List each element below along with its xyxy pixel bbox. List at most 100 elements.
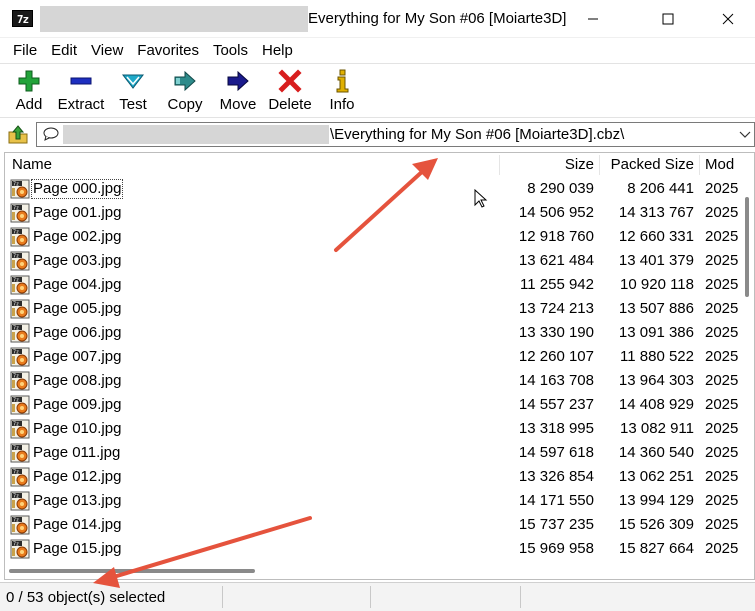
table-row[interactable]: 7z Page 012.jpg 13 326 854 13 062 251 2025: [5, 465, 740, 489]
file-modified: 2025: [705, 276, 739, 293]
table-row[interactable]: 7z Page 011.jpg 14 597 618 14 360 540 2025: [5, 441, 740, 465]
table-row[interactable]: 7z Page 008.jpg 14 163 708 13 964 303 2025: [5, 369, 740, 393]
file-size: 13 318 995: [518, 420, 594, 437]
minimize-icon: [588, 18, 598, 20]
file-size: 15 737 235: [518, 516, 594, 533]
svg-text:7z: 7z: [13, 374, 19, 380]
file-packed-size: 13 507 886: [618, 300, 694, 317]
vertical-scrollbar[interactable]: [739, 177, 754, 557]
jpg-file-icon: 7z: [10, 371, 30, 391]
column-header-name[interactable]: Name: [12, 153, 52, 177]
menu-view[interactable]: View: [84, 39, 130, 63]
file-size: 13 326 854: [518, 468, 594, 485]
menu-favorites[interactable]: Favorites: [130, 39, 206, 63]
menu-tools[interactable]: Tools: [206, 39, 255, 63]
jpg-file-icon: 7z: [10, 323, 30, 343]
table-row[interactable]: 7z Page 010.jpg 13 318 995 13 082 911 2025: [5, 417, 740, 441]
table-row[interactable]: 7z Page 013.jpg 14 171 550 13 994 129 2025: [5, 489, 740, 513]
column-header-modified[interactable]: Mod: [705, 153, 734, 177]
file-name: Page 005.jpg: [33, 300, 122, 317]
file-name: Page 004.jpg: [33, 276, 122, 293]
file-name: Page 009.jpg: [33, 396, 122, 413]
minimize-button[interactable]: [570, 0, 616, 38]
table-row[interactable]: 7z Page 006.jpg 13 330 190 13 091 386 2025: [5, 321, 740, 345]
move-icon: [227, 70, 249, 92]
info-button[interactable]: Info: [320, 64, 364, 118]
column-header-size[interactable]: Size: [565, 153, 594, 177]
svg-text:7z: 7z: [13, 350, 19, 356]
file-size: 8 290 039: [527, 180, 594, 197]
file-packed-size: 15 827 664: [618, 540, 694, 557]
table-row[interactable]: 7z Page 003.jpg 13 621 484 13 401 379 2025: [5, 249, 740, 273]
table-row[interactable]: 7z Page 001.jpg 14 506 952 14 313 767 2025: [5, 201, 740, 225]
file-name: Page 000.jpg: [30, 179, 124, 199]
window-title: Everything for My Son #06 [Moiarte3D]: [308, 10, 567, 27]
file-modified: 2025: [705, 228, 739, 245]
move-button[interactable]: Move: [216, 64, 260, 118]
file-size: 14 171 550: [518, 492, 594, 509]
file-packed-size: 12 660 331: [618, 228, 694, 245]
file-rows: 7z Page 000.jpg 8 290 039 8 206 441 2025 7z…: [5, 177, 740, 561]
table-row[interactable]: 7z Page 002.jpg 12 918 760 12 660 331 2025: [5, 225, 740, 249]
close-button[interactable]: [705, 0, 751, 38]
table-row[interactable]: 7z Page 014.jpg 15 737 235 15 526 309 2025: [5, 513, 740, 537]
file-size: 12 260 107: [518, 348, 594, 365]
svg-text:7z: 7z: [13, 398, 19, 404]
extract-button[interactable]: Extract: [50, 64, 112, 118]
table-row[interactable]: 7z Page 000.jpg 8 290 039 8 206 441 2025: [5, 177, 740, 201]
file-name: Page 002.jpg: [33, 228, 122, 245]
file-size: 14 557 237: [518, 396, 594, 413]
file-name: Page 001.jpg: [33, 204, 122, 221]
up-folder-button[interactable]: [6, 122, 30, 146]
delete-button[interactable]: Delete: [260, 64, 320, 118]
test-button[interactable]: Test: [112, 64, 154, 118]
table-row[interactable]: 7z Page 007.jpg 12 260 107 11 880 522 2025: [5, 345, 740, 369]
up-folder-icon: [8, 125, 28, 144]
copy-button[interactable]: Copy: [154, 64, 216, 118]
file-packed-size: 10 920 118: [620, 276, 694, 293]
menu-file[interactable]: File: [6, 39, 44, 63]
svg-text:7z: 7z: [13, 254, 19, 260]
file-packed-size: 13 082 911: [620, 420, 694, 437]
menu-bar: File Edit View Favorites Tools Help: [0, 38, 755, 64]
svg-text:7z: 7z: [13, 302, 19, 308]
file-list[interactable]: Name Size Packed Size Mod 7z Page 000.jp…: [4, 152, 755, 580]
menu-help[interactable]: Help: [255, 39, 300, 63]
table-row[interactable]: 7z Page 015.jpg 15 969 958 15 827 664 2025: [5, 537, 740, 561]
horizontal-scrollbar[interactable]: [5, 561, 754, 579]
vertical-scroll-thumb[interactable]: [745, 197, 749, 297]
file-packed-size: 11 880 522: [620, 348, 694, 365]
file-name: Page 014.jpg: [33, 516, 122, 533]
file-name: Page 008.jpg: [33, 372, 122, 389]
info-icon: [336, 69, 349, 93]
title-bar[interactable]: 7z Everything for My Son #06 [Moiarte3D]: [0, 0, 755, 38]
svg-text:7z: 7z: [13, 182, 19, 188]
svg-text:7z: 7z: [13, 446, 19, 452]
file-packed-size: 14 408 929: [618, 396, 694, 413]
extract-label: Extract: [57, 96, 105, 113]
app-icon: 7z: [12, 10, 33, 27]
file-packed-size: 13 062 251: [618, 468, 694, 485]
jpg-file-icon: 7z: [10, 443, 30, 463]
speech-bubble-icon: [43, 127, 59, 141]
horizontal-scroll-thumb[interactable]: [9, 569, 255, 573]
address-field[interactable]: \Everything for My Son #06 [Moiarte3D].c…: [36, 122, 755, 147]
file-packed-size: 15 526 309: [618, 516, 694, 533]
table-row[interactable]: 7z Page 004.jpg 11 255 942 10 920 118 2025: [5, 273, 740, 297]
maximize-button[interactable]: [645, 0, 691, 38]
chevron-down-icon[interactable]: [738, 126, 752, 142]
jpg-file-icon: 7z: [10, 491, 30, 511]
table-row[interactable]: 7z Page 009.jpg 14 557 237 14 408 929 2025: [5, 393, 740, 417]
svg-text:7z: 7z: [13, 470, 19, 476]
maximize-icon: [662, 13, 674, 25]
column-header-packed-size[interactable]: Packed Size: [611, 153, 694, 177]
add-button[interactable]: Add: [8, 64, 50, 118]
table-row[interactable]: 7z Page 005.jpg 13 724 213 13 507 886 2025: [5, 297, 740, 321]
mouse-cursor-icon: [474, 189, 488, 208]
address-redacted-region: [63, 125, 329, 144]
file-size: 13 724 213: [518, 300, 594, 317]
menu-edit[interactable]: Edit: [44, 39, 84, 63]
jpg-file-icon: 7z: [10, 179, 30, 199]
jpg-file-icon: 7z: [10, 515, 30, 535]
file-size: 11 255 942: [520, 276, 594, 293]
